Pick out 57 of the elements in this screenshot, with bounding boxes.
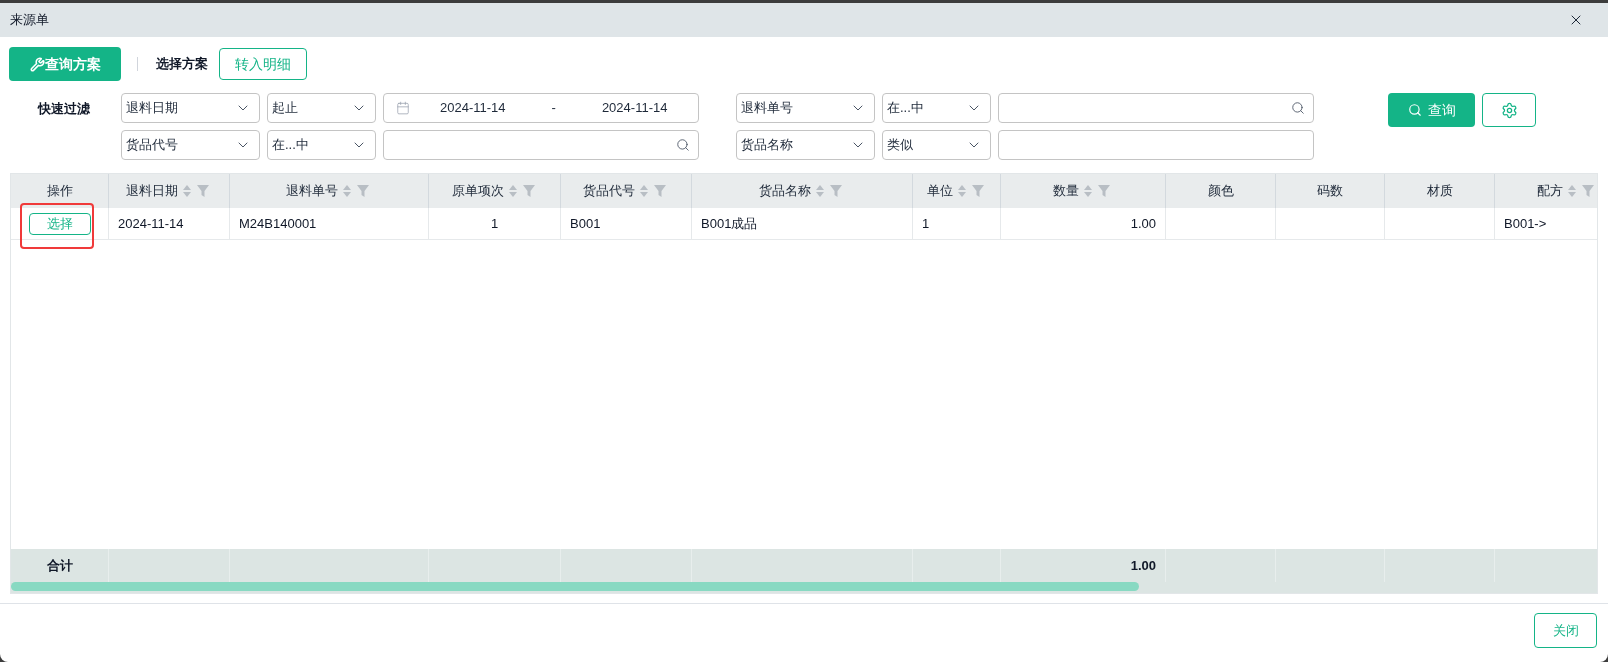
table-cell: 1 — [913, 208, 1001, 239]
table-cell: M24B140001 — [230, 208, 429, 239]
dropdown-select[interactable]: 退料单号 — [736, 93, 875, 123]
sort-filter-icon[interactable] — [1567, 184, 1597, 198]
column-header[interactable]: 退料单号 — [230, 174, 429, 208]
column-header[interactable]: 操作 — [11, 174, 109, 208]
column-header[interactable]: 单位 — [913, 174, 1001, 208]
dropdown-select[interactable]: 货品名称 — [736, 130, 875, 160]
column-header[interactable]: 退料日期 — [109, 174, 230, 208]
search-icon[interactable] — [1291, 101, 1305, 115]
table-cell: B001成品 — [692, 208, 913, 239]
table-cell: 2024-11-14 — [109, 208, 230, 239]
date-separator: - — [551, 99, 556, 118]
horizontal-scrollbar[interactable] — [11, 582, 1597, 593]
total-value: 1.00 — [1130, 556, 1156, 575]
total-label: 合计 — [46, 556, 73, 575]
sort-filter-icon[interactable] — [1083, 184, 1113, 198]
column-header[interactable]: 货品名称 — [692, 174, 913, 208]
column-header[interactable]: 原单项次 — [429, 174, 561, 208]
quick-filter-label: 快速过滤 — [38, 100, 91, 118]
sort-filter-icon[interactable] — [342, 184, 372, 198]
settings-button[interactable] — [1482, 93, 1536, 127]
column-header[interactable]: 配方 — [1495, 174, 1597, 208]
date-from: 2024-11-14 — [440, 99, 506, 118]
dropdown-select[interactable]: 退料日期 — [121, 93, 260, 123]
sort-filter-icon[interactable] — [639, 184, 669, 198]
input-field[interactable] — [998, 130, 1314, 160]
table-cell: 1.00 — [1001, 208, 1166, 239]
dropdown-select[interactable]: 起止 — [267, 93, 376, 123]
window-title: 来源单 — [10, 11, 49, 30]
table-cell: B001 — [561, 208, 692, 239]
dropdown-select[interactable]: 在...中 — [882, 93, 991, 123]
column-header[interactable]: 货品代号 — [561, 174, 692, 208]
sort-filter-icon[interactable] — [956, 184, 987, 198]
dropdown-select[interactable]: 类似 — [882, 130, 991, 160]
dropdown-select[interactable]: 货品代号 — [121, 130, 260, 160]
column-header[interactable]: 颜色 — [1166, 174, 1276, 208]
tools-icon — [29, 56, 45, 72]
calendar-icon — [396, 101, 410, 115]
search-field[interactable] — [998, 93, 1314, 123]
column-header[interactable]: 数量 — [1001, 174, 1166, 208]
column-header[interactable]: 码数 — [1276, 174, 1385, 208]
date-range-field[interactable]: 2024-11-14 - 2024-11-14 — [383, 93, 699, 123]
search-field[interactable] — [383, 130, 699, 160]
scheme-label: 选择方案 — [156, 55, 208, 74]
scrollbar-thumb[interactable] — [11, 582, 1139, 591]
table-cell: 1 — [429, 208, 561, 239]
dropdown-select[interactable]: 在...中 — [267, 130, 376, 160]
sort-filter-icon[interactable] — [182, 184, 212, 198]
search-icon[interactable] — [676, 138, 690, 152]
sort-filter-icon[interactable] — [507, 184, 538, 198]
column-header[interactable]: 材质 — [1385, 174, 1495, 208]
settings-icon — [1500, 101, 1518, 119]
search-icon — [1407, 103, 1422, 117]
table-cell: B001-> — [1495, 208, 1597, 239]
date-to: 2024-11-14 — [601, 99, 668, 118]
sort-filter-icon[interactable] — [815, 184, 845, 198]
